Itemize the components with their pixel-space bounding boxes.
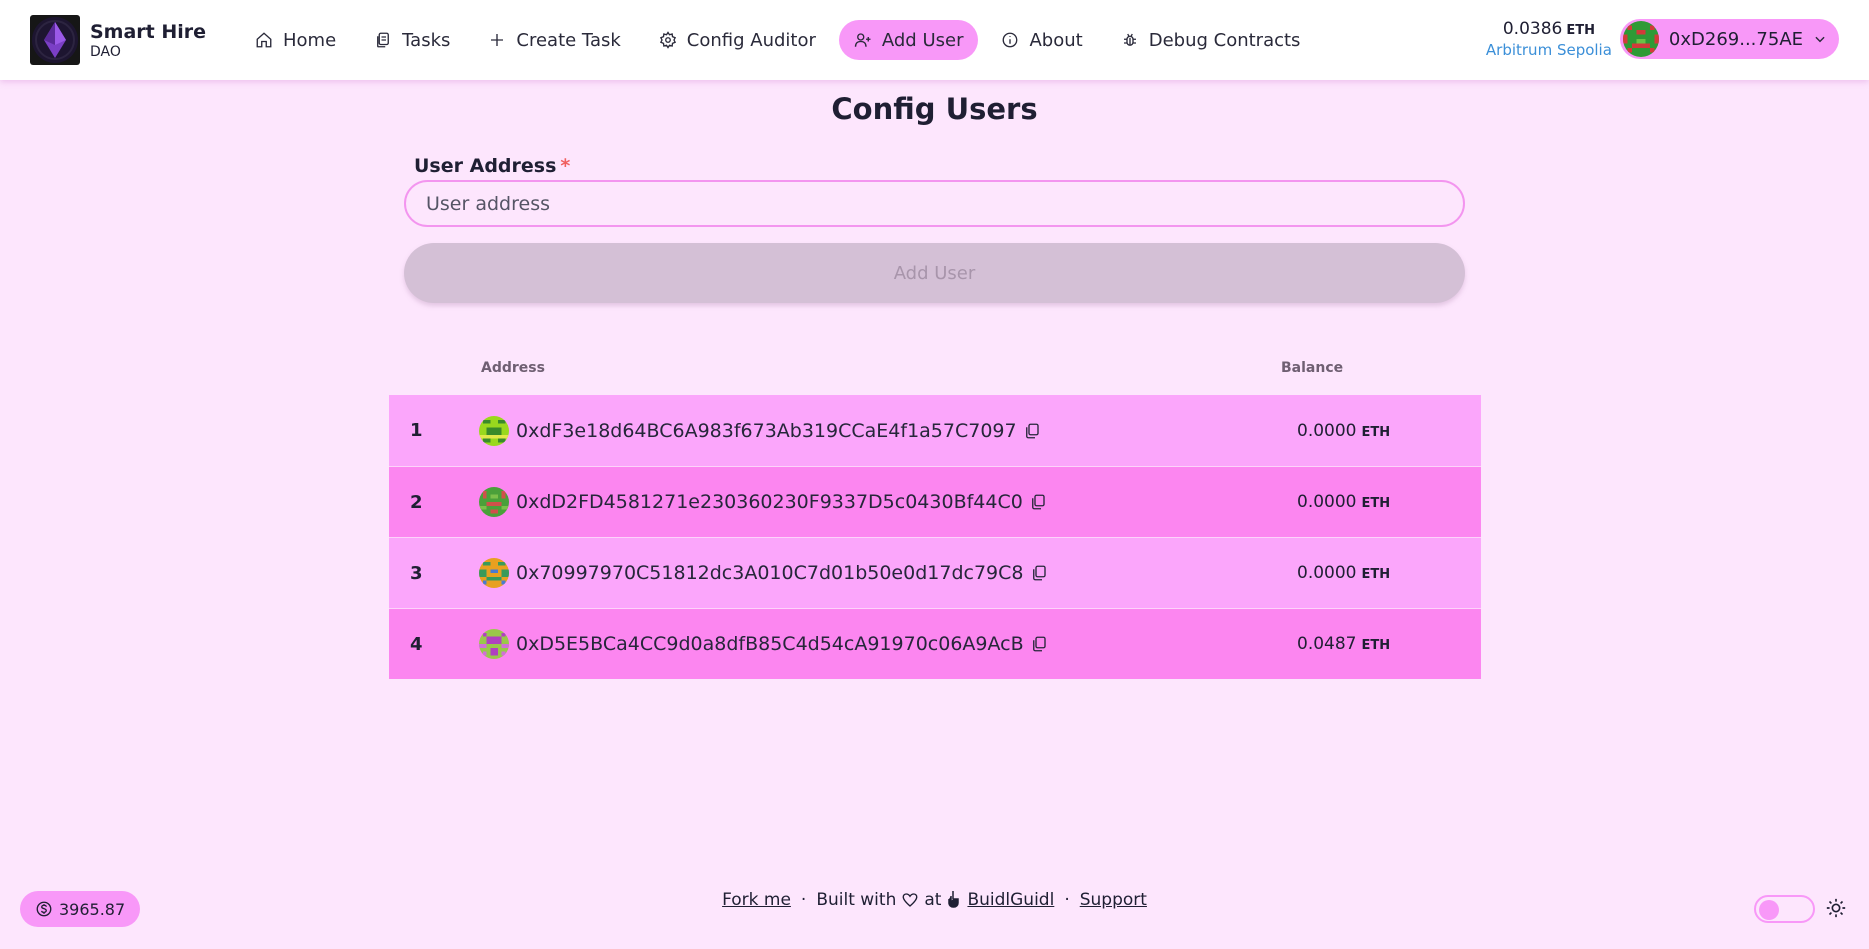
documents-icon xyxy=(377,32,390,48)
account-address: 0xD269...75AE xyxy=(1668,28,1803,50)
user-address-label: User Address * xyxy=(414,155,570,177)
user-address-label-text: User Address xyxy=(414,155,557,177)
main-nav: Home Tasks Create Task Config Auditor Ad… xyxy=(240,20,1323,60)
required-mark: * xyxy=(560,155,571,177)
column-header-address: Address xyxy=(481,360,545,376)
info-icon xyxy=(1003,32,1018,48)
brand-subtitle: DAO xyxy=(90,43,121,60)
wallet-area: 0.0386 ETH Arbitrum Sepolia 0xD269...75AE xyxy=(1486,19,1839,59)
nav-tasks[interactable]: Tasks xyxy=(359,20,465,60)
nav-config-auditor-label: Config Auditor xyxy=(686,29,816,51)
user-balance: 0.0000 xyxy=(1297,420,1357,441)
gear-icon xyxy=(659,31,676,49)
account-dropdown-button[interactable]: 0xD269...75AE xyxy=(1619,19,1839,59)
nav-create-task-label: Create Task xyxy=(516,29,621,51)
user-address: 0xdF3e18d64BC6A983f673Ab319CCaE4f1a57C70… xyxy=(516,419,1017,442)
users-table: Address Balance 1 0xdF3e18d64BC6A983f673… xyxy=(389,355,1481,679)
top-navbar: Smart Hire DAO Home Tasks Create Task Co… xyxy=(0,0,1869,80)
network-name: Arbitrum Sepolia xyxy=(1485,41,1612,59)
user-balance-unit: ETH xyxy=(1361,638,1391,653)
address-avatar-icon xyxy=(479,558,509,588)
user-balance: 0.0000 xyxy=(1297,492,1357,512)
nav-about[interactable]: About xyxy=(986,20,1097,60)
add-user-button[interactable]: Add User xyxy=(404,243,1465,303)
table-header: Address Balance xyxy=(389,355,1481,395)
bug-icon xyxy=(1123,33,1136,46)
user-address: 0xdD2FD4581271e230360230F9337D5c0430Bf44… xyxy=(516,491,1023,513)
user-address: 0x70997970C51812dc3A010C7d01b50e0d17dc79… xyxy=(516,562,1024,584)
row-index: 2 xyxy=(410,491,423,513)
chevron-down-icon xyxy=(1815,36,1825,43)
user-balance-unit: ETH xyxy=(1361,496,1391,511)
table-row: 1 0xdF3e18d64BC6A983f673Ab319CCaE4f1a57C… xyxy=(389,395,1481,466)
wallet-balance: 0.0386 xyxy=(1502,19,1563,39)
buidlguidl-link[interactable]: BuidlGuidl xyxy=(967,890,1054,910)
separator: · xyxy=(800,890,807,910)
footer-links: Fork me · Built with at BuidlGuidl · Sup… xyxy=(0,890,1869,910)
theme-toggle[interactable] xyxy=(1754,895,1815,923)
nav-add-user-label: Add User xyxy=(881,29,964,51)
table-row: 2 0xdD2FD4581271e230360230F9337D5c0430Bf… xyxy=(389,466,1481,537)
address-avatar-icon xyxy=(479,487,509,517)
account-avatar-icon xyxy=(1622,21,1659,57)
table-row: 3 0x70997970C51812dc3A010C7d01b50e0d17dc… xyxy=(389,537,1481,608)
column-header-balance: Balance xyxy=(1281,360,1344,376)
fork-me-link[interactable]: Fork me xyxy=(722,890,791,910)
row-index: 3 xyxy=(410,562,423,584)
dao-logo-icon xyxy=(30,15,80,65)
nav-home[interactable]: Home xyxy=(240,20,351,60)
user-balance: 0.0487 xyxy=(1297,634,1357,654)
sun-icon xyxy=(1826,898,1846,918)
nav-about-label: About xyxy=(1029,29,1083,51)
copy-icon[interactable] xyxy=(1029,493,1047,511)
page-title: Config Users xyxy=(831,92,1038,126)
wallet-balance-unit: ETH xyxy=(1566,23,1595,38)
nav-home-label: Home xyxy=(283,29,337,51)
brand-link[interactable]: Smart Hire DAO xyxy=(30,15,230,65)
nav-create-task[interactable]: Create Task xyxy=(473,20,635,60)
table-row: 4 0xD5E5BCa4CC9d0a8dfB85C4d54cA91970c06A… xyxy=(389,608,1481,679)
nav-debug-contracts-label: Debug Contracts xyxy=(1148,29,1301,51)
toggle-knob xyxy=(1759,900,1779,920)
copy-icon[interactable] xyxy=(1030,564,1048,582)
nav-config-auditor[interactable]: Config Auditor xyxy=(644,20,831,60)
user-address-input[interactable] xyxy=(404,180,1465,227)
address-avatar-icon xyxy=(479,415,509,446)
user-balance: 0.0000 xyxy=(1297,563,1357,583)
separator: · xyxy=(1064,890,1070,910)
nav-debug-contracts[interactable]: Debug Contracts xyxy=(1106,20,1316,60)
nav-add-user[interactable]: Add User xyxy=(838,20,979,60)
user-plus-icon xyxy=(854,33,871,47)
address-avatar-icon xyxy=(479,629,509,659)
heart-icon xyxy=(901,891,919,909)
buidlguidl-icon xyxy=(946,890,962,910)
wallet-balance-block: 0.0386 ETH Arbitrum Sepolia xyxy=(1486,19,1612,59)
row-index: 4 xyxy=(410,633,423,655)
support-link[interactable]: Support xyxy=(1080,890,1147,910)
user-balance-unit: ETH xyxy=(1361,567,1391,582)
at-text: at xyxy=(924,890,942,910)
home-icon xyxy=(256,32,272,48)
user-address: 0xD5E5BCa4CC9d0a8dfB85C4d54cA91970c06A9A… xyxy=(516,633,1024,655)
plus-icon xyxy=(491,34,504,46)
built-with-text: Built with xyxy=(816,890,897,910)
user-balance-unit: ETH xyxy=(1361,424,1391,440)
copy-icon[interactable] xyxy=(1023,422,1041,440)
nav-tasks-label: Tasks xyxy=(402,29,451,51)
row-index: 1 xyxy=(410,420,423,441)
copy-icon[interactable] xyxy=(1030,635,1048,653)
brand-title: Smart Hire xyxy=(90,20,207,43)
